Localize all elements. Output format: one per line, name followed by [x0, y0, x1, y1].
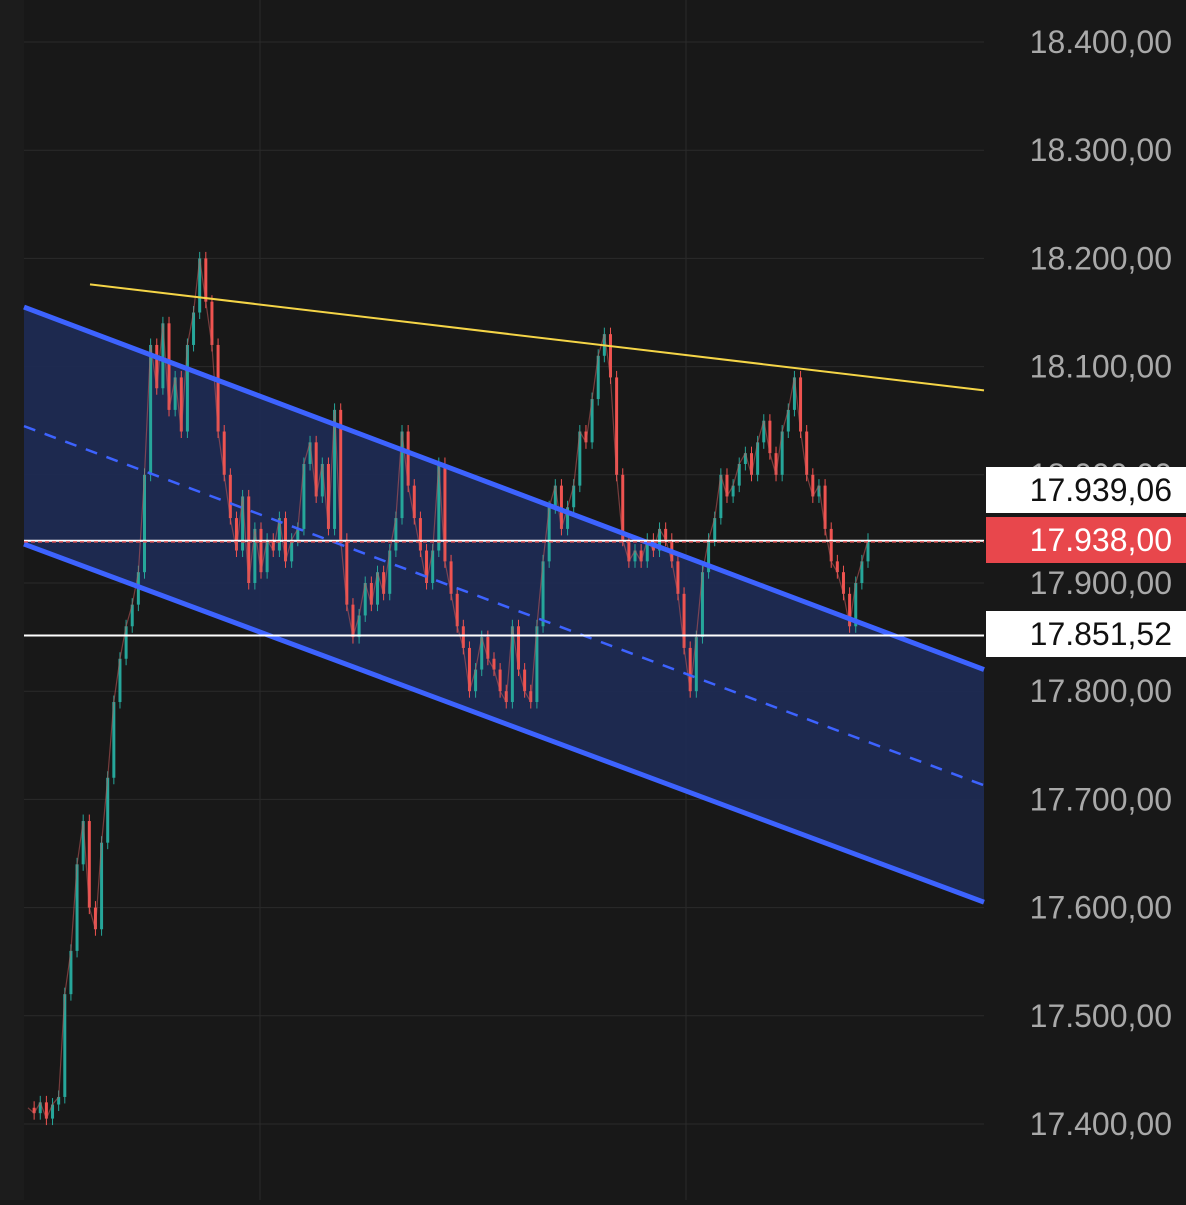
chart-svg[interactable]: 18.400,0018.300,0018.200,0018.100,0018.0… — [0, 0, 1186, 1200]
y-axis-tick-label: 17.800,00 — [1030, 673, 1172, 709]
y-axis-tick-label: 17.600,00 — [1030, 890, 1172, 926]
y-axis-tick-label: 18.200,00 — [1030, 240, 1172, 276]
y-axis-tick-label: 18.300,00 — [1030, 132, 1172, 168]
y-axis-tick-label: 18.100,00 — [1030, 349, 1172, 385]
y-axis-tick-label: 17.700,00 — [1030, 781, 1172, 817]
price-label-text: 17.851,52 — [1030, 616, 1172, 652]
y-axis-tick-label: 18.400,00 — [1030, 24, 1172, 60]
y-axis-tick-label: 17.900,00 — [1030, 565, 1172, 601]
price-label-text: 17.938,00 — [1030, 522, 1172, 558]
price-chart[interactable]: 18.400,0018.300,0018.200,0018.100,0018.0… — [0, 0, 1186, 1200]
price-label-text: 17.939,06 — [1030, 472, 1172, 508]
y-axis-tick-label: 17.500,00 — [1030, 998, 1172, 1034]
y-axis-tick-label: 17.400,00 — [1030, 1106, 1172, 1142]
